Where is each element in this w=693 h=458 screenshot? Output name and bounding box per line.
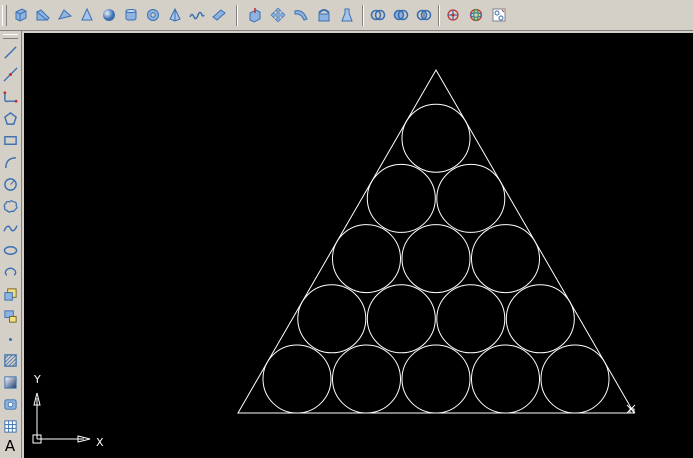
line-icon[interactable] [1, 43, 19, 61]
drawn-circle[interactable] [471, 224, 540, 294]
cylinder-icon[interactable] [99, 5, 119, 25]
extrude-icon[interactable] [209, 5, 229, 25]
gradient-icon[interactable] [1, 373, 19, 391]
ellipse-icon[interactable] [1, 241, 19, 259]
multiline-text-icon: A [4, 437, 16, 455]
revolve-icon[interactable] [291, 5, 311, 25]
pyramid-icon[interactable] [143, 5, 163, 25]
drawn-circle[interactable] [540, 344, 610, 414]
drawn-circle[interactable] [297, 284, 367, 354]
draw-toolbar: A [0, 31, 22, 458]
toolbar-grip[interactable] [3, 34, 18, 39]
drawn-circle[interactable] [401, 103, 471, 173]
union-icon[interactable] [337, 5, 357, 25]
ucs-y-label: Y [34, 373, 41, 386]
presspull-icon[interactable] [245, 5, 265, 25]
drawn-circle[interactable] [436, 284, 506, 354]
polygon-icon[interactable] [1, 109, 19, 127]
insert-block-icon[interactable] [1, 285, 19, 303]
modeling-toolbar [0, 0, 693, 31]
ellipse-arc-icon[interactable] [1, 263, 19, 281]
cursor-pickbox [626, 404, 636, 414]
drawn-circle[interactable] [471, 344, 540, 414]
wedge-icon[interactable] [33, 5, 53, 25]
circle-icon[interactable] [1, 175, 19, 193]
loft-icon[interactable] [314, 5, 334, 25]
helix-icon[interactable] [165, 5, 185, 25]
triangle-outline [237, 68, 635, 414]
polyline-icon[interactable] [1, 87, 19, 105]
cone-solid-icon[interactable] [55, 5, 75, 25]
3d-align-icon[interactable] [489, 5, 509, 25]
drawn-circle[interactable] [436, 163, 506, 233]
multiline-text-button[interactable]: A [1, 437, 19, 455]
ucs-icon [32, 392, 91, 444]
table-icon[interactable] [1, 417, 19, 435]
region-icon[interactable] [1, 395, 19, 413]
3d-rotate-icon[interactable] [466, 5, 486, 25]
revision-cloud-icon[interactable] [1, 197, 19, 215]
drawing-area [32, 68, 636, 444]
box-icon[interactable] [11, 5, 31, 25]
drawing-canvas[interactable]: Y X [24, 33, 693, 458]
sweep-icon[interactable] [268, 5, 288, 25]
arc-icon[interactable] [1, 153, 19, 171]
drawn-circle[interactable] [505, 284, 575, 354]
drawn-circle[interactable] [401, 344, 471, 414]
point-icon[interactable] [1, 329, 19, 347]
hatch-icon[interactable] [1, 351, 19, 369]
toolbar-grip[interactable] [2, 5, 7, 26]
intersect-icon[interactable] [391, 5, 411, 25]
drawn-circle[interactable] [262, 344, 332, 414]
make-block-icon[interactable] [1, 307, 19, 325]
torus-icon[interactable] [121, 5, 141, 25]
spline-icon[interactable] [1, 219, 19, 237]
drawn-circle[interactable] [366, 163, 436, 233]
drawn-circle[interactable] [366, 284, 436, 354]
subtract-icon[interactable] [368, 5, 388, 25]
sphere-icon[interactable] [77, 5, 97, 25]
rectangle-icon[interactable] [1, 131, 19, 149]
circle-pack [262, 103, 610, 414]
planar-surface-icon[interactable] [187, 5, 207, 25]
drawn-circle[interactable] [401, 224, 471, 294]
drawn-circle[interactable] [332, 344, 401, 414]
interfere-icon[interactable] [414, 5, 434, 25]
3d-move-icon[interactable] [443, 5, 463, 25]
ucs-x-label: X [96, 436, 104, 449]
drawn-circle[interactable] [332, 224, 401, 294]
construction-line-icon[interactable] [1, 65, 19, 83]
